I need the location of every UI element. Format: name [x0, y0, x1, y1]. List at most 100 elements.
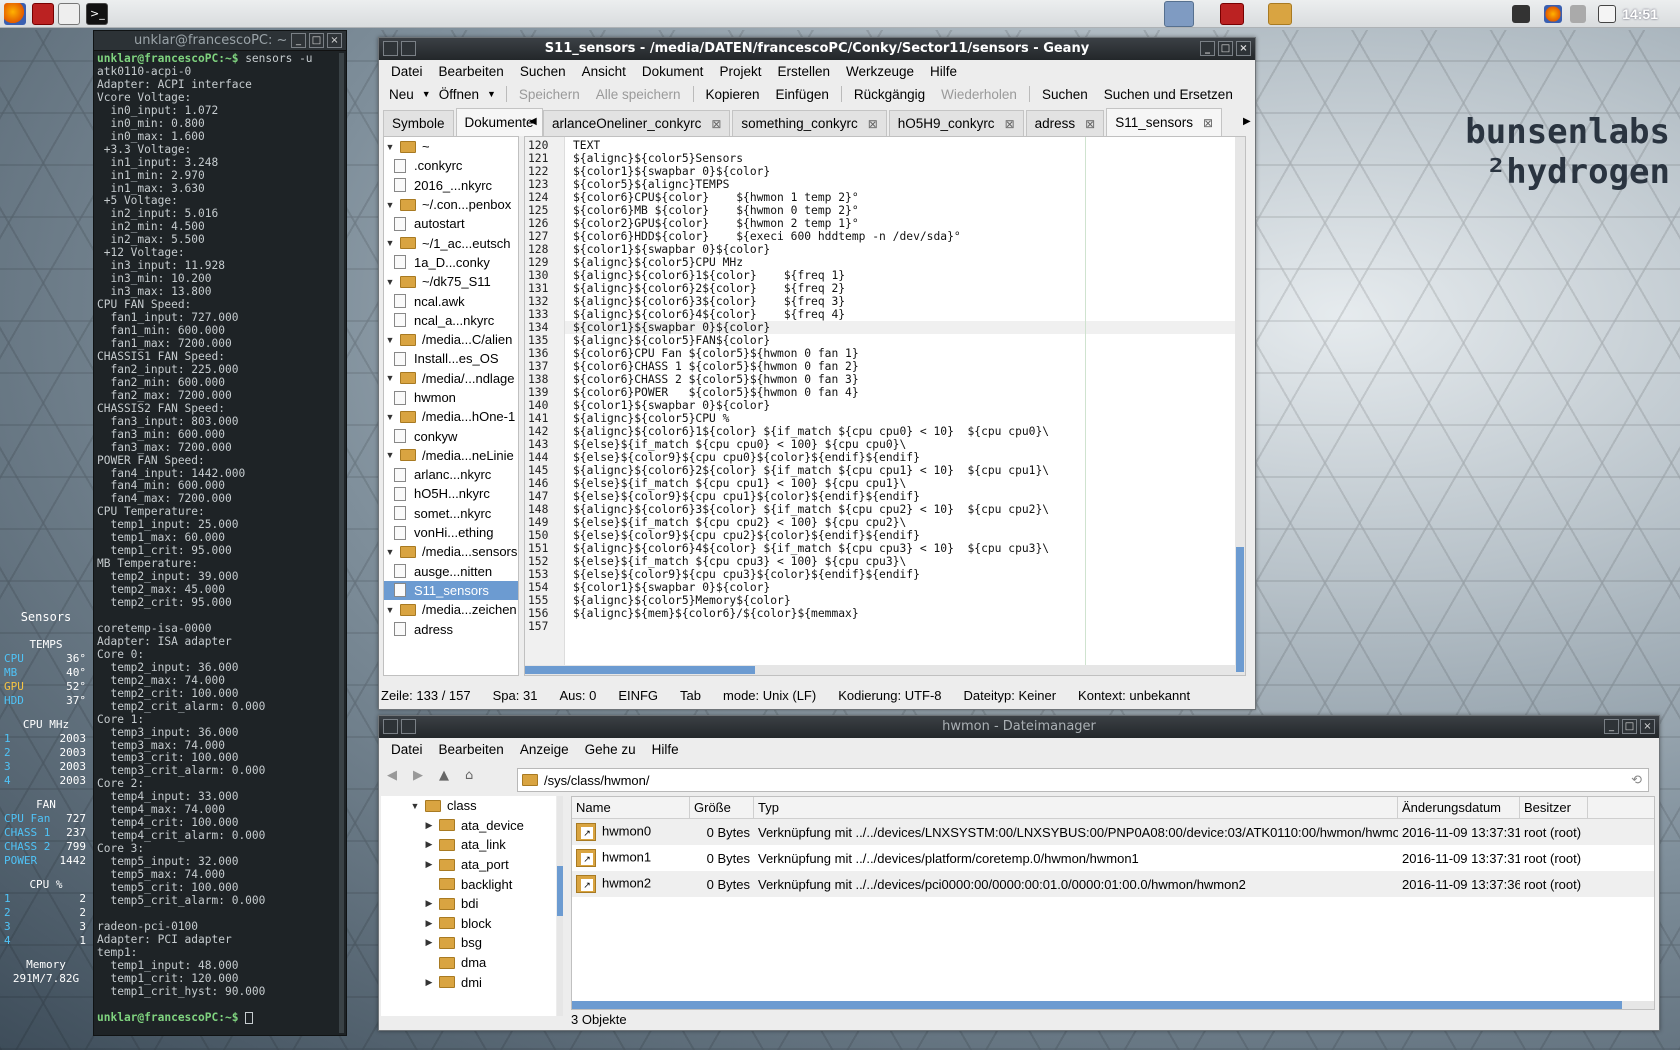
documents-tree[interactable]: ▼ ~ .conkyrc 2016_...nkyrc ▼ ~/.con...penbox a… [383, 136, 519, 676]
tree-folder[interactable]: ▼ /media...zeichen [384, 600, 518, 619]
expand-arrow-icon[interactable]: ▼ [384, 373, 396, 383]
back-icon[interactable]: ◀ [387, 768, 397, 783]
editor-hscrollbar[interactable] [525, 665, 1235, 675]
up-icon[interactable]: ▲ [439, 768, 449, 783]
minimize-icon[interactable]: _ [1604, 719, 1619, 734]
editor-tab[interactable]: something_conkyrc ⊠ [732, 110, 887, 136]
column-header[interactable]: Änderungsdatum [1398, 797, 1520, 818]
close-icon[interactable]: × [1236, 41, 1251, 56]
menu-item-suchen[interactable]: Suchen [512, 64, 574, 79]
file-row[interactable]: hwmon0 0 Bytes Verknüpfung mit ../../devic… [572, 819, 1654, 845]
fm-tree-item[interactable]: ▶ ata_link [381, 835, 556, 855]
menu-item-dokument[interactable]: Dokument [634, 64, 712, 79]
close-tab-icon[interactable]: ⊠ [1005, 117, 1015, 131]
tree-file[interactable]: autostart [384, 214, 518, 233]
column-header[interactable]: Größe [690, 797, 754, 818]
task-filemanager-icon[interactable] [1268, 3, 1292, 25]
tree-file[interactable]: .conkyrc [384, 156, 518, 175]
tree-folder[interactable]: ▼ /media...hOne-1 [384, 407, 518, 426]
menu-item-werkzeuge[interactable]: Werkzeuge [838, 64, 922, 79]
menu-item-hilfe[interactable]: Hilfe [922, 64, 965, 79]
task-terminal-icon[interactable] [1220, 3, 1244, 25]
reload-icon[interactable]: ⟲ [1631, 772, 1642, 788]
fm-hscrollbar[interactable] [572, 1001, 1654, 1009]
column-header[interactable]: Name [572, 797, 690, 818]
undo-button[interactable]: Rückgängig [846, 87, 933, 102]
expand-arrow-icon[interactable]: ▶ [423, 820, 435, 831]
filemanager-titlebar[interactable]: hwmon - Dateimanager _ □ × [379, 716, 1659, 738]
tree-folder[interactable]: ▼ /media...neLinie [384, 446, 518, 465]
expand-arrow-icon[interactable]: ▶ [423, 918, 435, 929]
fm-tree-item[interactable]: ▶ block [381, 914, 556, 934]
menu-item-datei[interactable]: Datei [383, 64, 431, 79]
close-icon[interactable]: × [327, 33, 342, 48]
fm-menu-item[interactable]: Bearbeiten [431, 742, 512, 757]
editor-tab[interactable]: S11_sensors ⊠ [1106, 108, 1223, 136]
tree-file[interactable]: arlanc...nkyrc [384, 465, 518, 484]
close-tab-icon[interactable]: ⊠ [1203, 116, 1213, 130]
close-tab-icon[interactable]: ⊠ [1085, 117, 1095, 131]
fm-folder-tree[interactable]: ▼ class ▶ ata_device ▶ ata_link ▶ ata_port backl… [381, 796, 556, 1016]
column-header[interactable]: Typ [754, 797, 1398, 818]
tree-folder[interactable]: ▼ ~/.con...penbox [384, 195, 518, 214]
editor-vscrollbar[interactable] [1235, 137, 1245, 675]
fm-menu-item[interactable]: Anzeige [512, 742, 577, 757]
close-tab-icon[interactable]: ⊠ [868, 117, 878, 131]
expand-arrow-icon[interactable]: ▼ [384, 335, 396, 345]
tree-file[interactable]: 1a_D...conky [384, 253, 518, 272]
tree-folder[interactable]: ▼ /media/...ndlage [384, 369, 518, 388]
filemanager-window[interactable]: hwmon - Dateimanager _ □ × Datei Bearbeiten… [378, 715, 1660, 1031]
expand-arrow-icon[interactable]: ▼ [384, 277, 396, 287]
minimize-icon[interactable]: _ [1200, 41, 1215, 56]
editor-tab[interactable]: hO5H9_conkyrc ⊠ [888, 110, 1024, 136]
tree-file[interactable]: hwmon [384, 388, 518, 407]
fm-tree-scroll-thumb[interactable] [557, 866, 563, 916]
terminal-scrollbar[interactable] [339, 53, 344, 1033]
fm-menu-item[interactable]: Hilfe [644, 742, 687, 757]
fm-tree-item[interactable]: ▶ bsg [381, 933, 556, 953]
vscroll-thumb[interactable] [1236, 547, 1244, 672]
tree-file[interactable]: S11_sensors [384, 580, 518, 601]
terminal-output[interactable]: unklar@francescoPC:~$ sensors -u atk0110… [94, 51, 346, 1026]
fm-tree-item[interactable]: dma [381, 953, 556, 973]
home-icon[interactable]: ⌂ [465, 768, 473, 783]
fm-tree-item[interactable]: backlight [381, 874, 556, 894]
new-button[interactable]: Neu [381, 87, 422, 102]
window-menu-icon[interactable] [383, 41, 398, 56]
fm-tree-item[interactable]: ▶ ata_device [381, 816, 556, 836]
code-editor[interactable]: 120 121 122 123 124 125 126 127 128 129 130 131 132 1… [524, 136, 1246, 676]
expand-arrow-icon[interactable]: ▼ [384, 412, 396, 422]
save-button[interactable]: Speichern [511, 87, 588, 102]
window-shade-icon[interactable] [401, 41, 416, 56]
location-bar[interactable]: /sys/class/hwmon/ ⟲ [517, 768, 1649, 792]
maximize-icon[interactable]: □ [309, 33, 324, 48]
forward-icon[interactable]: ▶ [413, 768, 423, 783]
fm-hscroll-thumb[interactable] [572, 1001, 1622, 1009]
editor-tab[interactable]: adress ⊠ [1025, 110, 1105, 136]
tree-file[interactable]: conkyw [384, 426, 518, 445]
copy-button[interactable]: Kopieren [698, 87, 768, 102]
hscroll-thumb[interactable] [525, 666, 755, 674]
expand-arrow-icon[interactable]: ▶ [423, 859, 435, 870]
window-menu-icon[interactable] [383, 719, 398, 734]
close-icon[interactable]: × [1640, 719, 1655, 734]
fm-menu-item[interactable]: Datei [383, 742, 431, 757]
new-dropdown-icon[interactable]: ▼ [422, 89, 431, 99]
expand-arrow-icon[interactable]: ▼ [384, 605, 396, 615]
maximize-icon[interactable]: □ [1622, 719, 1637, 734]
file-row[interactable]: hwmon2 0 Bytes Verknüpfung mit ../../devic… [572, 871, 1654, 897]
file-row[interactable]: hwmon1 0 Bytes Verknüpfung mit ../../devic… [572, 845, 1654, 871]
expand-arrow-icon[interactable]: ▶ [423, 977, 435, 988]
open-dropdown-icon[interactable]: ▼ [487, 89, 502, 99]
window-shade-icon[interactable] [401, 719, 416, 734]
menu-item-bearbeiten[interactable]: Bearbeiten [431, 64, 512, 79]
tabs-scroll-right-icon[interactable]: ▶ [1243, 116, 1251, 127]
maximize-icon[interactable]: □ [1218, 41, 1233, 56]
terminal-launcher-icon[interactable]: >_ [86, 3, 108, 25]
tab-symbols[interactable]: Symbole [383, 110, 454, 136]
tree-file[interactable]: adress [384, 619, 518, 638]
geany-window[interactable]: S11_sensors - /media/DATEN/francescoPC/C… [378, 37, 1256, 710]
paste-button[interactable]: Einfügen [768, 87, 837, 102]
tree-file[interactable]: hO5H...nkyrc [384, 484, 518, 503]
expand-arrow-icon[interactable]: ▼ [384, 450, 396, 460]
